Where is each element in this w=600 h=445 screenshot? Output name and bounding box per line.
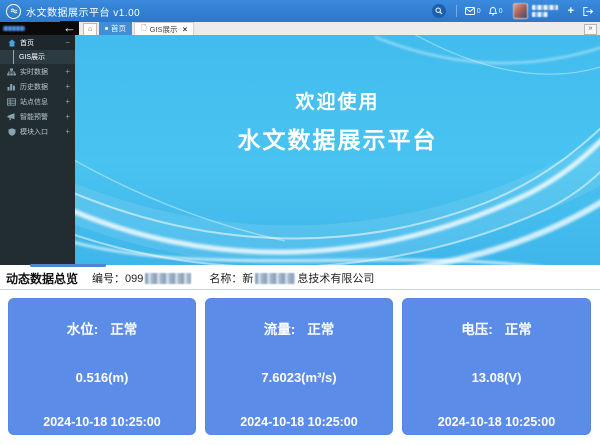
card-value: 0.516(m)	[8, 370, 196, 385]
back-arrow-button[interactable]: ←	[60, 21, 79, 35]
tab-gis[interactable]: 🗋 GIS展示 ×	[134, 22, 194, 35]
document-icon: 🗋	[141, 24, 147, 35]
card-timestamp: 2024-10-18 10:25:00	[205, 415, 393, 429]
station-name-label: 名称：	[209, 273, 242, 285]
station-id-label: 编号：	[92, 273, 125, 285]
water-level-card[interactable]: 水位: 正常 0.516(m) 2024-10-18 10:25:00	[8, 298, 196, 435]
sidebar-header: ←	[0, 22, 75, 35]
voltage-card[interactable]: 电压: 正常 13.08(V) 2024-10-18 10:25:00	[402, 298, 591, 435]
card-label: 电压:	[461, 322, 493, 337]
station-name: 名称：新 息技术有限公司	[209, 269, 374, 287]
collapse-icon: −	[65, 38, 70, 47]
shield-icon	[7, 128, 16, 136]
bar-chart-icon	[7, 83, 16, 91]
welcome-banner: 欢迎使用 水文数据展示平台	[75, 35, 600, 265]
sidebar-item-label: 智能预警	[20, 112, 48, 122]
header-divider	[456, 5, 457, 17]
sidebar-submenu: GIS展示	[0, 50, 75, 64]
expand-icon: +	[65, 97, 70, 106]
app-window: 水文数据展示平台 v1.00 0 0 + ← ⌂	[0, 0, 600, 445]
sidebar-item-label: 首页	[20, 38, 34, 48]
mail-icon	[465, 7, 475, 15]
card-title: 流量: 正常	[205, 318, 393, 338]
bell-icon	[489, 7, 497, 16]
tab-dot-icon	[105, 27, 108, 30]
sidebar-item-label: 历史数据	[20, 82, 48, 92]
expand-icon: +	[65, 82, 70, 91]
card-title: 水位: 正常	[8, 318, 196, 338]
station-name-suffix: 息技术有限公司	[297, 273, 374, 285]
flow-card[interactable]: 流量: 正常 7.6023(m³/s) 2024-10-18 10:25:00	[205, 298, 393, 435]
sidebar-item-smart-alert[interactable]: 智能预警 +	[0, 109, 75, 124]
home-icon	[7, 39, 16, 47]
expand-icon: +	[65, 112, 70, 121]
expand-icon: +	[65, 127, 70, 136]
mail-count-badge: 0	[477, 8, 481, 15]
sidebar: 首页 − GIS展示 实时数据 + 历史数据 +	[0, 35, 75, 265]
welcome-line2: 水文数据展示平台	[75, 121, 600, 155]
sidebar-item-label: 模块入口	[20, 127, 48, 137]
bell-count-badge: 0	[499, 8, 503, 15]
sidebar-item-history-data[interactable]: 历史数据 +	[0, 79, 75, 94]
add-button[interactable]: +	[568, 5, 574, 17]
card-label: 流量:	[264, 322, 296, 337]
top-header: 水文数据展示平台 v1.00 0 0 +	[0, 0, 600, 22]
sidebar-item-station-info[interactable]: 站点信息 +	[0, 94, 75, 109]
expand-icon: +	[65, 67, 70, 76]
table-icon	[7, 98, 16, 106]
search-icon[interactable]	[432, 4, 446, 18]
card-value: 13.08(V)	[402, 370, 591, 385]
card-value: 7.6023(m³/s)	[205, 370, 393, 385]
card-label: 水位:	[67, 322, 99, 337]
station-id-redacted	[145, 273, 191, 284]
status-badge: 正常	[307, 322, 334, 337]
overview-bar: 动态数据总览 编号：099 名称：新 息技术有限公司	[0, 267, 600, 290]
home-icon: ⌂	[88, 26, 92, 33]
station-name-redacted	[255, 273, 295, 284]
megaphone-icon	[7, 113, 16, 121]
logout-button[interactable]	[583, 7, 594, 16]
station-id-value: 099	[125, 273, 143, 285]
sidebar-item-home[interactable]: 首页 −	[0, 35, 75, 50]
sidebar-item-label: 实时数据	[20, 67, 48, 77]
tab-overflow-button[interactable]: »	[584, 24, 597, 35]
welcome-text: 欢迎使用 水文数据展示平台	[75, 87, 600, 155]
user-avatar[interactable]	[513, 3, 528, 19]
user-name-redacted	[532, 5, 558, 17]
notifications-button[interactable]: 0	[489, 7, 503, 16]
tab-home[interactable]: 首页	[99, 22, 132, 35]
card-title: 电压: 正常	[402, 318, 591, 338]
messages-button[interactable]: 0	[465, 7, 481, 15]
status-badge: 正常	[110, 322, 137, 337]
sidebar-item-realtime-data[interactable]: 实时数据 +	[0, 64, 75, 79]
overview-title: 动态数据总览	[6, 270, 78, 287]
station-id: 编号：099	[92, 269, 193, 287]
tab-bar: ← ⌂ 首页 🗋 GIS展示 × »	[0, 22, 600, 36]
tab-close-icon[interactable]: ×	[183, 25, 188, 34]
sidebar-item-modules[interactable]: 模块入口 +	[0, 124, 75, 139]
card-timestamp: 2024-10-18 10:25:00	[402, 415, 591, 429]
sidebar-header-redacted-text	[3, 26, 25, 31]
status-badge: 正常	[505, 322, 532, 337]
tab-gis-label: GIS展示	[150, 24, 178, 35]
app-title: 水文数据展示平台 v1.00	[26, 4, 140, 19]
sidebar-subitem-gis[interactable]: GIS展示	[0, 50, 75, 64]
sitemap-icon	[7, 68, 16, 76]
welcome-line1: 欢迎使用	[75, 87, 600, 114]
station-name-prefix: 新	[242, 273, 253, 285]
card-timestamp: 2024-10-18 10:25:00	[8, 415, 196, 429]
sidebar-subitem-label: GIS展示	[19, 52, 45, 62]
sidebar-item-label: 站点信息	[20, 97, 48, 107]
logout-icon	[583, 7, 594, 16]
app-logo-icon	[6, 4, 21, 19]
tab-home-label: 首页	[111, 23, 126, 34]
